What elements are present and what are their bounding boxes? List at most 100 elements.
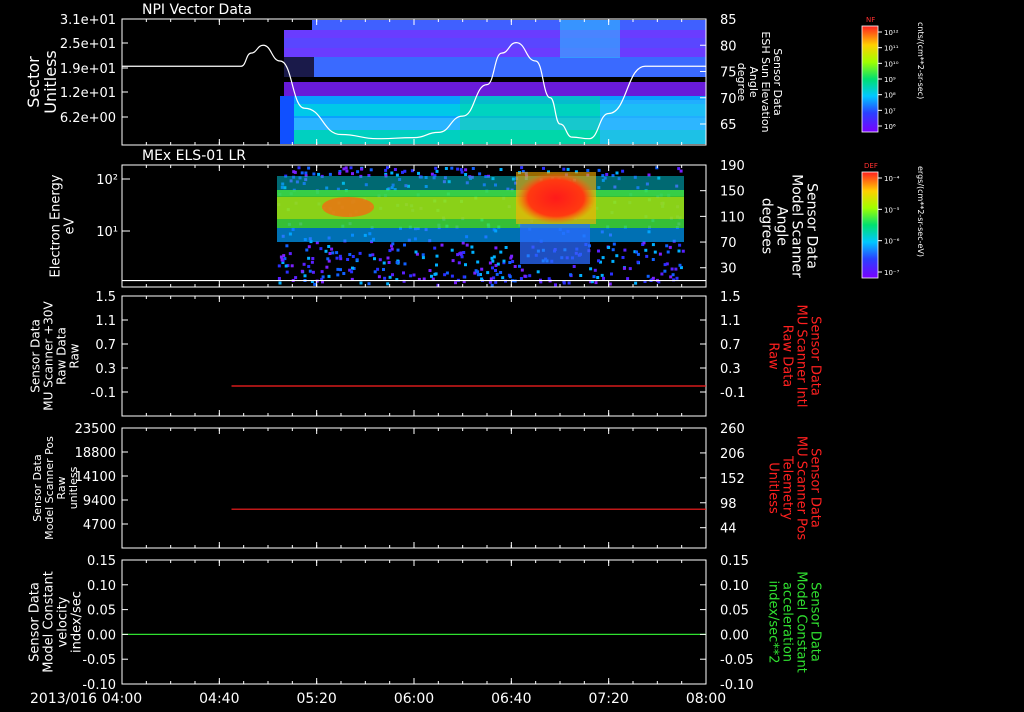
panel-els-title: MEx ELS-01 LR xyxy=(142,148,246,164)
ylabel-panel-4-line: unitless xyxy=(67,466,80,509)
ylabel-panel-5-line: index/sec xyxy=(70,591,85,653)
y2-tick-label: 1.5 xyxy=(720,290,741,305)
y2-tick-label: 260 xyxy=(720,422,745,437)
y2label-panel-4-line: MU Scanner Pos xyxy=(793,436,808,541)
y2-tick-label: 190 xyxy=(720,159,745,174)
colorbar-tick-label: 10⁻⁷ xyxy=(884,269,900,277)
y2label-panel-4-line: Telemetry xyxy=(779,455,794,520)
y2-tick-label: 0.7 xyxy=(720,338,741,353)
els-y2-axis: 190 150 110 70 30 xyxy=(700,159,745,277)
colorbar-nf-title: NF xyxy=(866,16,875,24)
y-tick-label: 14100 xyxy=(75,470,116,485)
npi-y-axis: 3.1e+01 2.5e+01 1.9e+01 1.2e+01 6.2e+00 xyxy=(60,13,128,126)
y2label-panel-5-line: Model Constant xyxy=(793,571,808,673)
y2label-panel-2-line: Angle xyxy=(774,206,790,246)
y2-tick-label: 0.15 xyxy=(720,554,749,569)
y2-tick-label: -0.1 xyxy=(720,386,745,401)
y2label-panel-5: Sensor DataModel Constantaccelerationind… xyxy=(765,571,822,673)
y2-tick-label: 70 xyxy=(720,92,737,107)
colorbar-tick-label: 10⁹ xyxy=(884,76,896,84)
y-tick-label: 1.2e+01 xyxy=(60,86,116,101)
time-tick-label: 05:20 xyxy=(296,691,336,707)
y2label-panel-2-line: degrees xyxy=(759,198,775,254)
colorbar-tick-label: 10⁷ xyxy=(884,107,896,115)
panel-npi: NPI Vector Data 3.1e+01 2.5e+01 1.9e+01 1.2… xyxy=(60,2,737,146)
y-tick-label: 3.1e+01 xyxy=(60,13,116,28)
ylabel-panel-3-line: MU Scanner +30V xyxy=(42,301,56,411)
y2-tick-label: 98 xyxy=(720,497,737,512)
model-constant-y-axis: 0.150.100.050.00-0.05-0.10 xyxy=(82,554,128,693)
right-axis-labels: Sensor DataESH Sun ElevationAngledegree S… xyxy=(735,31,822,672)
colorbar-tick-label: 10¹² xyxy=(884,29,899,37)
y-tick-label: 4700 xyxy=(83,518,116,533)
ylabel-panel-1-line: Unitless xyxy=(41,50,60,114)
scanner-pos-y2-axis: 260 206 152 98 44 xyxy=(700,422,745,537)
y-tick-label: 0.3 xyxy=(95,362,116,377)
els-spectrogram xyxy=(277,166,685,287)
y2-tick-label: 44 xyxy=(720,522,737,537)
colorbar-tick-label: 10⁻⁶ xyxy=(884,238,900,246)
y2-tick-label: 206 xyxy=(720,447,745,462)
colorbar-tick-label: 10⁻⁵ xyxy=(884,206,900,214)
y2-tick-label: -0.05 xyxy=(720,653,754,668)
time-tick-label: 06:00 xyxy=(394,691,434,707)
ylabel-panel-3-line: Raw xyxy=(68,343,82,368)
y2-tick-label: 30 xyxy=(720,262,737,277)
y2-tick-label: 152 xyxy=(720,472,745,487)
y2label-panel-4-line: Sensor Data xyxy=(807,448,822,528)
left-axis-labels: SectorUnitless Electron Energy eV Sensor Da… xyxy=(24,50,84,673)
y2-tick-label: 85 xyxy=(720,13,737,28)
y2-tick-label: 65 xyxy=(720,118,737,133)
y-tick-label: 9400 xyxy=(83,494,116,509)
y2label-panel-5-line: index/sec**2 xyxy=(765,580,780,663)
panel-model-constant-frame xyxy=(121,559,707,685)
time-tick-label: 07:20 xyxy=(588,691,628,707)
y-tick-label: 0.05 xyxy=(87,604,116,619)
y2-tick-label: 80 xyxy=(720,39,737,54)
y2label-panel-3-line: Raw Data xyxy=(779,325,794,388)
y-tick-label: 1.1 xyxy=(95,314,116,329)
y2-tick-label: 75 xyxy=(720,66,737,81)
y-tick-label: 0.00 xyxy=(87,628,116,643)
ylabel-panel-5-line: Model Constant xyxy=(42,571,57,673)
ylabel-panel-2-line: Electron Energy xyxy=(49,174,64,277)
colorbar-tick-label: 10⁶ xyxy=(884,123,896,131)
y2label-panel-4: Sensor DataMU Scanner PosTelemetryUnitle… xyxy=(765,436,822,541)
y2label-panel-2: Sensor DataModel ScannerAngledegrees xyxy=(759,174,820,278)
colorbar-nf: NF 10¹² 10¹¹ 10¹⁰ 10⁹ 10⁸ 10⁷ 10⁶ cnts/(cm**2-… xyxy=(861,16,925,133)
y-tick-label: 6.2e+00 xyxy=(60,111,116,126)
els-y-axis: 10² 10¹ xyxy=(96,173,130,240)
colorbar-def-ticks: 10⁻⁴ 10⁻⁵ 10⁻⁶ 10⁻⁷ xyxy=(878,175,900,277)
colorbar-tick-label: 10⁻⁴ xyxy=(884,175,900,183)
npi-heatmap xyxy=(280,20,706,144)
panel-mu-voltage-frame xyxy=(121,295,707,417)
y2-tick-label: 0.00 xyxy=(720,628,749,643)
ylabel-panel-5: Sensor Data Model Constant velocity index/s… xyxy=(28,571,85,673)
colorbar-nf-gradient xyxy=(861,25,879,133)
y2-tick-label: 110 xyxy=(720,210,745,225)
y2label-panel-5-line: acceleration xyxy=(779,582,794,662)
ylabel-panel-3-line: Sensor Data xyxy=(29,319,43,393)
y-tick-label: 2.5e+01 xyxy=(60,37,116,52)
scanner-pos-y-axis: 23500 18800 14100 9400 4700 xyxy=(75,422,128,533)
ylabel-panel-3: Sensor Data MU Scanner +30V Raw Data Raw xyxy=(29,301,82,411)
colorbar-def-title: DEF xyxy=(864,162,878,170)
y2label-panel-4-line: Unitless xyxy=(765,462,780,514)
y-tick-label: 0.15 xyxy=(87,554,116,569)
y2label-panel-3-line: Raw xyxy=(765,342,780,370)
y2-tick-label: 70 xyxy=(720,236,737,251)
y2-tick-label: 1.1 xyxy=(720,314,741,329)
y2label-panel-2-line: Model Scanner xyxy=(789,174,805,278)
y2-tick-label: 0.10 xyxy=(720,579,749,594)
colorbar-tick-label: 10¹⁰ xyxy=(884,60,899,68)
colorbar-tick-label: 10⁸ xyxy=(884,92,896,100)
panel-npi-title: NPI Vector Data xyxy=(142,2,252,18)
model-constant-y2-axis: 0.150.100.050.00-0.05-0.10 xyxy=(700,554,754,693)
ylabel-panel-2-line: eV xyxy=(63,217,78,234)
panel-mu-voltage: 1.5 1.1 0.7 0.3 -0.1 1.5 1.1 0.7 0.3 -0.1 xyxy=(91,290,745,417)
y2label-panel-1-line: degree xyxy=(735,63,748,102)
y-tick-label: 23500 xyxy=(75,422,116,437)
ylabel-panel-5-line: Sensor Data xyxy=(28,582,43,662)
y2label-panel-2-line: Sensor Data xyxy=(804,183,820,269)
y2-tick-label: 0.3 xyxy=(720,362,741,377)
